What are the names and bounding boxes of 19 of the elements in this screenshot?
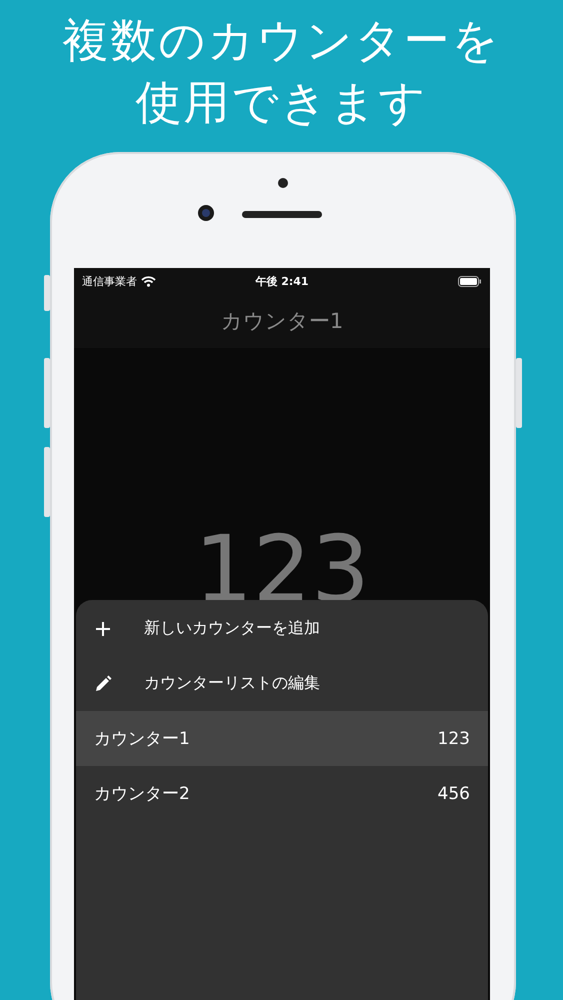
battery-icon (458, 276, 482, 286)
counter-row[interactable]: カウンター1 123 (76, 711, 488, 766)
counter-count: 123 (438, 728, 470, 748)
headline: 使用できます (136, 74, 428, 130)
carrier-name: 通信事業者 (82, 274, 137, 288)
counter-name: カウンター2 (94, 783, 190, 805)
counter-count: 456 (438, 784, 470, 804)
counter-row[interactable]: カウンター2 456 (76, 766, 488, 821)
camera-icon (197, 204, 215, 222)
menu-item[interactable]: カウンターリストの編集 (76, 656, 488, 711)
headline: 複数のカウンターを (62, 12, 500, 68)
sensor-dot (278, 178, 288, 188)
menu-item-label: カウンターリストの編集 (144, 673, 320, 694)
plus-icon (94, 620, 112, 638)
counter-name: カウンター1 (94, 728, 190, 750)
status-time: 午後 2:41 (255, 274, 309, 288)
nav-title: カウンター1 (220, 308, 344, 335)
wifi-icon (141, 276, 156, 286)
pencil-icon (94, 674, 112, 692)
